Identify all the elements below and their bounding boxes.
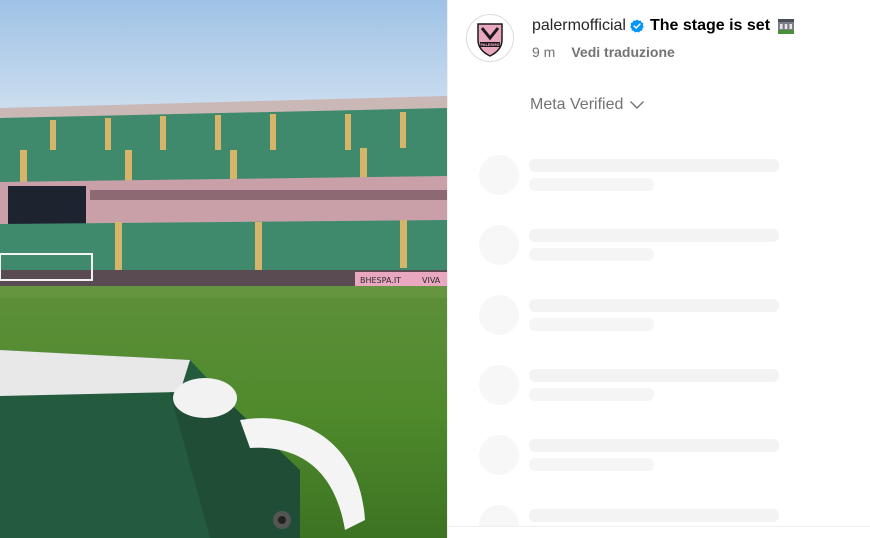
skeleton-line: [529, 248, 654, 261]
skeleton-line: [529, 178, 654, 191]
chevron-down-icon: [630, 101, 645, 109]
skeleton-line: [529, 229, 779, 242]
skeleton-line: [529, 388, 654, 401]
skeleton-avatar: [479, 295, 519, 335]
skeleton-avatar: [479, 505, 519, 526]
avatar-logo-text: PALERMO: [480, 43, 499, 47]
post-header: PALERMO palermofficial The stage is set: [466, 14, 796, 62]
skeleton-avatar: [479, 435, 519, 475]
post-sidebar: PALERMO palermofficial The stage is set: [447, 0, 870, 538]
skeleton-avatar: [479, 365, 519, 405]
banner-text: BHESPA.IT: [360, 276, 401, 285]
comment-skeleton: [479, 435, 789, 479]
skeleton-line: [529, 159, 779, 172]
skeleton-line: [529, 458, 654, 471]
comment-skeleton: [479, 505, 789, 526]
skeleton-avatar: [479, 155, 519, 195]
skeleton-line: [529, 299, 779, 312]
stadium-emoji-icon: [776, 16, 796, 36]
divider: [448, 526, 870, 527]
post-caption: The stage is set: [649, 17, 771, 34]
stadium-photo: BHESPA.IT VIVA: [0, 0, 447, 538]
avatar[interactable]: PALERMO: [466, 14, 514, 62]
comment-skeleton: [479, 295, 789, 339]
see-translation-button[interactable]: Vedi traduzione: [571, 44, 674, 60]
comment-skeleton: [479, 365, 789, 409]
skeleton-avatar: [479, 225, 519, 265]
post-meta: 9 m Vedi traduzione: [532, 44, 796, 60]
meta-verified-label: Meta Verified: [530, 96, 624, 113]
post-media[interactable]: BHESPA.IT VIVA: [0, 0, 447, 538]
skeleton-line: [529, 369, 779, 382]
meta-verified-toggle[interactable]: Meta Verified: [530, 96, 645, 114]
palermo-logo-icon: PALERMO: [477, 23, 503, 57]
skeleton-line: [529, 318, 654, 331]
post-time[interactable]: 9 m: [532, 44, 555, 60]
skeleton-line: [529, 439, 779, 452]
username-link[interactable]: palermofficial: [532, 17, 626, 35]
banner-text-2: VIVA: [422, 276, 441, 285]
caption-block: palermofficial The stage is set 9 m Vedi…: [532, 16, 796, 60]
comment-skeleton: [479, 155, 789, 199]
comment-skeleton: [479, 225, 789, 269]
caption-line: palermofficial The stage is set: [532, 16, 796, 36]
verified-badge-icon: [630, 19, 644, 33]
skeleton-line: [529, 509, 779, 522]
